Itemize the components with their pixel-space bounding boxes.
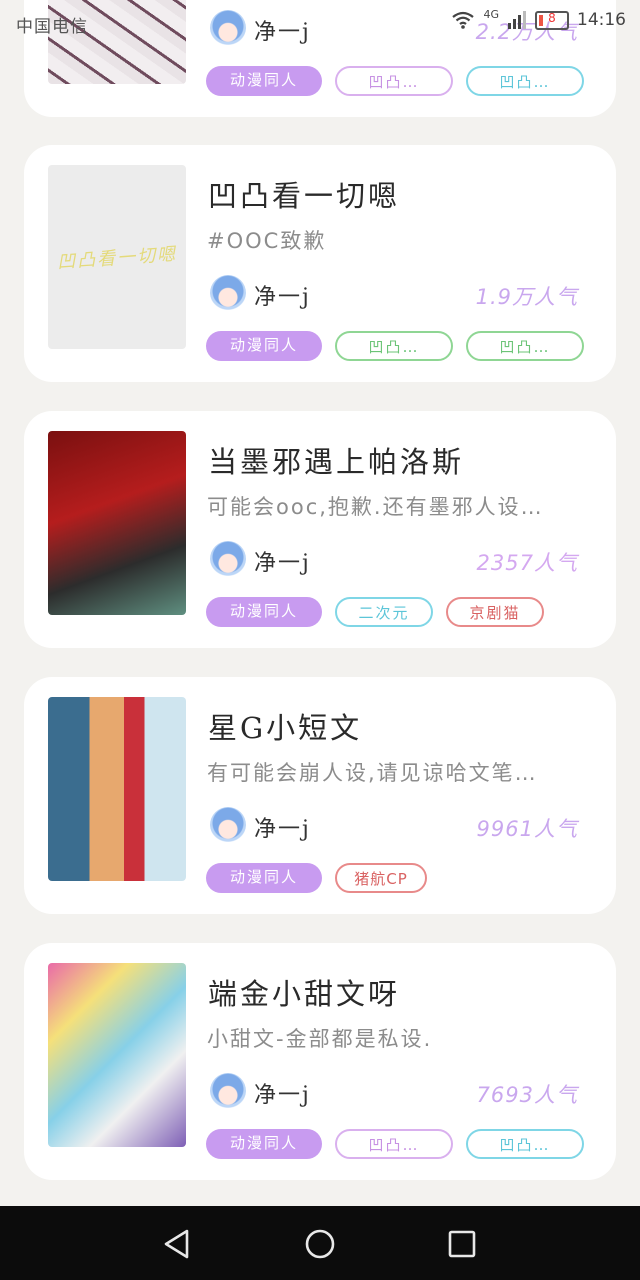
tag-chip[interactable]: 猪航CP	[335, 863, 427, 893]
tag-chip[interactable]: 凹凸…	[335, 1129, 453, 1159]
story-card[interactable]: 凹凸看一切嗯 凹凸看一切嗯 #OOC致歉 净一j 1.9万人气 动漫同人 凹凸……	[24, 145, 616, 382]
tag-list: 动漫同人 凹凸… 凹凸…	[206, 66, 584, 96]
tag-list: 动漫同人 凹凸… 凹凸…	[206, 331, 584, 361]
back-icon[interactable]	[157, 1224, 197, 1264]
story-card[interactable]: 端金小甜文呀 小甜文-金部都是私设. 净一j 7693人气 动漫同人 凹凸… 凹…	[24, 943, 616, 1180]
story-description: 有可能会崩人设,请见谅哈文笔…	[207, 761, 538, 785]
author-name[interactable]: 净一j	[254, 1077, 311, 1109]
tag-chip[interactable]: 动漫同人	[206, 1129, 322, 1159]
tag-list: 动漫同人 二次元 京剧猫	[206, 597, 544, 627]
story-cover-image[interactable]	[48, 697, 186, 881]
tag-chip[interactable]: 京剧猫	[446, 597, 544, 627]
story-title[interactable]: 星G小短文	[208, 705, 362, 747]
story-card[interactable]: 当墨邪遇上帕洛斯 可能会ooc,抱歉.还有墨邪人设… 净一j 2357人气 动漫…	[24, 411, 616, 648]
author-avatar[interactable]	[210, 541, 246, 577]
story-card[interactable]: 星G小短文 有可能会崩人设,请见谅哈文笔… 净一j 9961人气 动漫同人 猪航…	[24, 677, 616, 914]
wifi-icon	[452, 11, 475, 29]
signal-icon	[508, 11, 526, 29]
battery-level: 8	[548, 10, 556, 25]
story-title[interactable]: 端金小甜文呀	[208, 971, 400, 1013]
author-name[interactable]: 净一j	[254, 545, 311, 577]
story-cover-image[interactable]	[48, 431, 186, 615]
popularity-count: 2357人气	[476, 551, 578, 575]
author-avatar[interactable]	[210, 807, 246, 843]
network-type: 4G	[483, 7, 499, 21]
story-cover-image[interactable]: 凹凸看一切嗯	[48, 165, 186, 349]
clock: 14:16	[577, 10, 626, 30]
tag-chip[interactable]: 二次元	[335, 597, 433, 627]
author-avatar[interactable]	[210, 275, 246, 311]
popularity-count: 9961人气	[476, 817, 578, 841]
tag-chip[interactable]: 凹凸…	[335, 331, 453, 361]
tag-chip[interactable]: 凹凸…	[466, 331, 584, 361]
story-cover-image[interactable]	[48, 963, 186, 1147]
carrier-label: 中国电信	[16, 17, 88, 37]
tag-chip[interactable]: 动漫同人	[206, 863, 322, 893]
status-icons: 4G 8 14:16	[451, 7, 626, 30]
cover-caption: 凹凸看一切嗯	[56, 243, 178, 274]
tag-chip[interactable]: 动漫同人	[206, 66, 322, 96]
system-navigation-bar	[0, 1206, 640, 1280]
tag-chip[interactable]: 凹凸…	[335, 66, 453, 96]
story-list-screen: 中国电信 4G 8 14:16 净一j 2.2万人气 动漫同人 凹凸… 凹凸… …	[0, 0, 640, 1280]
tag-chip[interactable]: 动漫同人	[206, 331, 322, 361]
story-title[interactable]: 当墨邪遇上帕洛斯	[208, 439, 464, 481]
home-icon[interactable]	[300, 1224, 340, 1264]
author-name[interactable]: 净一j	[254, 279, 311, 311]
popularity-count: 1.9万人气	[475, 285, 578, 309]
author-avatar[interactable]	[210, 1073, 246, 1109]
recent-apps-icon[interactable]	[442, 1224, 482, 1264]
battery-icon: 8	[535, 10, 569, 30]
author-name[interactable]: 净一j	[254, 811, 311, 843]
tag-chip[interactable]: 凹凸…	[466, 66, 584, 96]
story-description: 小甜文-金部都是私设.	[207, 1027, 433, 1051]
story-description: #OOC致歉	[207, 229, 327, 253]
story-title[interactable]: 凹凸看一切嗯	[208, 173, 400, 215]
tag-list: 动漫同人 凹凸… 凹凸…	[206, 1129, 584, 1159]
status-bar: 中国电信 4G 8 14:16	[0, 0, 640, 44]
tag-list: 动漫同人 猪航CP	[206, 863, 427, 893]
popularity-count: 7693人气	[476, 1083, 578, 1107]
story-description: 可能会ooc,抱歉.还有墨邪人设…	[207, 495, 544, 519]
tag-chip[interactable]: 动漫同人	[206, 597, 322, 627]
tag-chip[interactable]: 凹凸…	[466, 1129, 584, 1159]
